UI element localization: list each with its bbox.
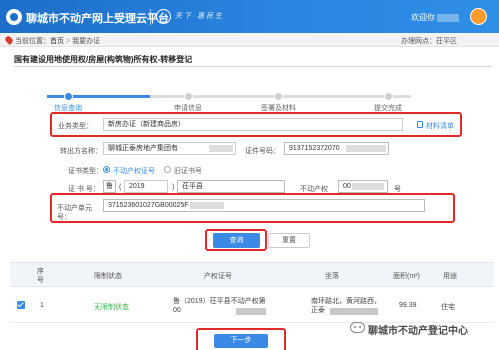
cert-no-label: 证件号码： [245, 148, 280, 155]
breadcrumb-current: 我要办证 [72, 38, 101, 45]
col-header-index: 序号 [37, 268, 44, 284]
cert-no-redacted [346, 145, 386, 152]
row-status: 无限制状态 [94, 304, 129, 311]
office-value[interactable]: 茌平区 [436, 38, 457, 45]
breadcrumb-home-link[interactable]: 首页 [50, 38, 64, 45]
cert-type-radio-new[interactable] [103, 166, 110, 173]
cert-region-field[interactable]: 茌平县 [177, 180, 285, 193]
platform-logo-icon [6, 9, 22, 25]
username-redacted [437, 13, 460, 22]
user-avatar[interactable] [470, 8, 487, 25]
cert-type-label: 证书类型： [68, 168, 103, 175]
row-area: 99.39 [399, 302, 417, 309]
cert-type-radio-old[interactable] [164, 166, 171, 173]
breadcrumb: 当前位置：首页 > 我要办证 [15, 36, 100, 46]
paren-close: ) [172, 184, 175, 191]
wechat-watermark-icon [350, 322, 365, 333]
results-table-header [10, 262, 494, 287]
realty-cert-redacted [352, 183, 384, 190]
office-info: 办理网点：茌平区 [401, 36, 457, 46]
transferor-name-redacted [209, 145, 233, 152]
col-header-area: 面积(m²) [393, 273, 420, 280]
breadcrumb-prefix: 当前位置： [15, 38, 50, 45]
step-track-progress [47, 95, 150, 98]
office-label: 办理网点： [401, 38, 436, 45]
col-header-use: 用途 [443, 273, 457, 280]
header-slogan: 天 下 · 惠 民 生 [175, 13, 223, 20]
breadcrumb-bar: 当前位置：首页 > 我要办证 办理网点：茌平区 [0, 33, 499, 47]
col-header-location: 坐落 [325, 273, 339, 280]
cert-type-option-old[interactable]: 旧证书号 [174, 166, 202, 176]
top-header: 聊城市不动产网上受理云平台 天 下 · 惠 民 生 欢迎你 [0, 0, 499, 33]
row-cert-no-redacted [236, 308, 266, 315]
paren-open: ( [119, 184, 122, 191]
step-2-dot [184, 92, 193, 101]
cert-province-field[interactable]: 鲁 [103, 180, 116, 193]
business-type-label: 业务类型： [58, 123, 93, 130]
row-use: 住宅 [441, 304, 455, 311]
step-4-dot [384, 92, 393, 101]
welcome-text: 欢迎你 [411, 12, 460, 23]
col-header-cert-no: 产权证号 [204, 273, 232, 280]
watermark-text: 聊城市不动产登记中心 [368, 326, 468, 337]
next-step-button[interactable]: 下一步 [214, 334, 268, 348]
reset-button[interactable]: 重置 [268, 233, 310, 248]
page-title: 国有建设用地使用权/房屋(构筑物)所有权-转移登记 [14, 55, 193, 64]
cert-year-select[interactable]: 2019 [124, 180, 168, 193]
header-divider [150, 9, 151, 25]
welcome-label: 欢迎你 [411, 13, 435, 22]
transferor-name-label: 转出方名称： [60, 148, 102, 155]
row-index: 1 [40, 302, 44, 309]
col-header-status: 限制状态 [94, 273, 122, 280]
step-1-dot [64, 92, 73, 101]
location-pin-icon [4, 35, 14, 45]
unit-number-label: 不动产单元号： [57, 205, 92, 221]
business-type-select[interactable]: 新房办证（新建商品房） [103, 118, 403, 131]
unit-number-redacted [190, 202, 224, 209]
title-divider [14, 66, 492, 67]
row-select-checkbox[interactable] [17, 301, 25, 309]
step-3-dot [274, 92, 283, 101]
query-button[interactable]: 查询 [213, 233, 260, 248]
materials-list-icon [417, 121, 423, 128]
site-title: 聊城市不动产网上受理云平台 [26, 13, 169, 25]
breadcrumb-separator: > [66, 38, 71, 45]
unit-number-input[interactable]: 371523601027GB00025F [103, 199, 425, 212]
materials-list-link[interactable]: 材料清单 [426, 121, 454, 131]
cert-type-option-new[interactable]: 不动产权证号 [113, 166, 155, 176]
slogan-emblem-icon [156, 9, 171, 24]
row-location-redacted [330, 308, 378, 315]
